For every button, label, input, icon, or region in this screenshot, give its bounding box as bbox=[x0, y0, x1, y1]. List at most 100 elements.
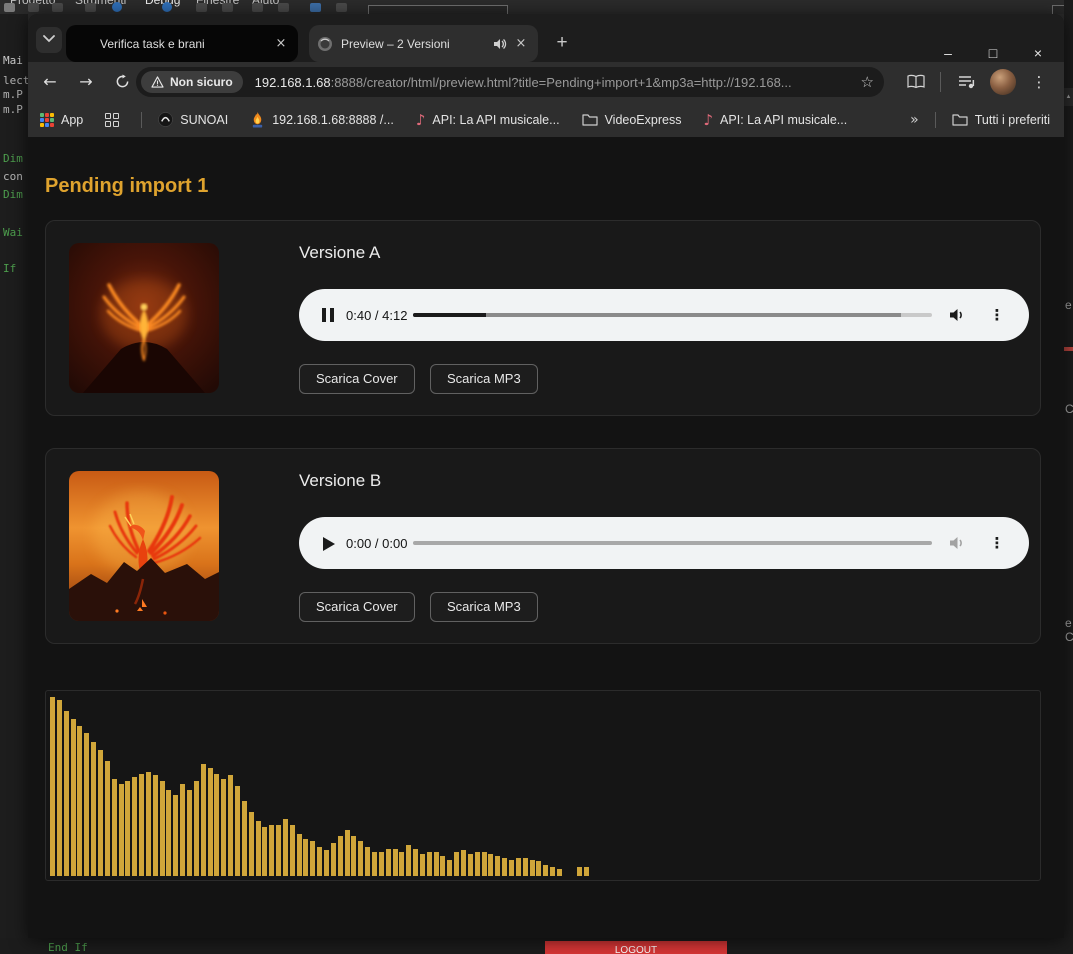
waveform-bar bbox=[234, 786, 240, 876]
ide-toolbar-icon bbox=[52, 3, 63, 12]
waveform-bar bbox=[310, 841, 316, 876]
waveform-bar bbox=[221, 779, 227, 876]
volume-button[interactable] bbox=[947, 533, 967, 553]
waveform-bar bbox=[269, 825, 275, 876]
bookmark-ip-server[interactable]: 192.168.1.68:8888 /... bbox=[250, 111, 394, 128]
bookmark-star-icon[interactable]: ☆ bbox=[861, 73, 874, 91]
tab-close-icon[interactable]: × bbox=[512, 35, 530, 53]
download-mp3-button-b[interactable]: Scarica MP3 bbox=[430, 592, 538, 622]
waveform-bar bbox=[447, 860, 453, 876]
waveform-bar bbox=[454, 852, 460, 876]
bookmark-sunoai[interactable]: SUNOAI bbox=[158, 112, 228, 127]
waveform-bar bbox=[419, 854, 425, 876]
waveform-bar bbox=[241, 801, 247, 876]
waveform-bar bbox=[474, 852, 480, 876]
waveform-bar bbox=[289, 825, 295, 876]
apps-grid-icon bbox=[40, 112, 54, 127]
buffered-bar bbox=[413, 313, 901, 317]
reload-button[interactable] bbox=[110, 70, 134, 94]
ide-toolbar-icon bbox=[336, 3, 347, 12]
reading-list-button[interactable] bbox=[904, 70, 928, 94]
tab-search-button[interactable] bbox=[36, 27, 62, 53]
waveform-bar bbox=[152, 775, 158, 876]
volume-button[interactable] bbox=[947, 305, 967, 325]
address-bar[interactable]: Non sicuro 192.168.1.68:8888/creator/htm… bbox=[136, 67, 884, 97]
bookmark-app[interactable]: App bbox=[40, 112, 83, 127]
url-path: :8888/creator/html/preview.html?title=Pe… bbox=[330, 74, 792, 90]
ide-toolbar-icon bbox=[112, 2, 122, 12]
bookmark-api-1[interactable]: ♪ API: La API musicale... bbox=[416, 112, 560, 127]
folder-icon bbox=[952, 114, 968, 126]
waveform-bar bbox=[118, 784, 124, 876]
waveform-bar bbox=[97, 750, 103, 876]
ide-toolbar-icon bbox=[4, 3, 15, 12]
ide-right-strip: ▲ eCeC bbox=[1064, 0, 1073, 954]
profile-avatar[interactable] bbox=[990, 69, 1016, 95]
bookmarks-overflow-button[interactable]: » bbox=[910, 112, 919, 128]
waveform-bar bbox=[433, 852, 439, 876]
audio-player-b: 0:00 / 0:00 ⋮ bbox=[299, 517, 1029, 569]
ide-code-fragment: con bbox=[3, 170, 23, 183]
waveform-bar bbox=[392, 849, 398, 876]
logout-button[interactable]: LOGOUT bbox=[545, 941, 727, 954]
played-bar bbox=[413, 313, 486, 317]
background-text-fragment: C bbox=[1065, 402, 1073, 416]
waveform-bar bbox=[344, 830, 350, 876]
waveform-bar bbox=[159, 781, 165, 876]
bookmark-all-favorites[interactable]: Tutti i preferiti bbox=[952, 113, 1050, 127]
player-menu-button[interactable]: ⋮ bbox=[987, 304, 1007, 326]
download-cover-button-a[interactable]: Scarica Cover bbox=[299, 364, 415, 394]
tab-verifica[interactable]: Verifica task e brani × bbox=[66, 25, 298, 62]
sunoai-icon bbox=[158, 112, 174, 127]
ide-code-fragment: Mai bbox=[3, 54, 23, 67]
waveform-bar bbox=[324, 850, 329, 876]
waveform-bar bbox=[584, 867, 590, 876]
new-tab-button[interactable]: + bbox=[550, 31, 574, 55]
waveform-bar bbox=[488, 854, 494, 876]
ide-searchbox-fragment bbox=[368, 5, 508, 14]
browser-menu-button[interactable]: ⋮ bbox=[1027, 70, 1051, 94]
bookmark-collections[interactable] bbox=[105, 112, 120, 127]
ide-menu-bar: Progetto Strumenti Debug Finestre Aiuto bbox=[0, 0, 1073, 14]
download-cover-button-b[interactable]: Scarica Cover bbox=[299, 592, 415, 622]
seek-slider[interactable] bbox=[413, 541, 932, 545]
browser-toolbar: ← → Non sicuro 192.168.1.68:8888/creator… bbox=[28, 62, 1064, 102]
pause-button[interactable] bbox=[321, 306, 337, 324]
waveform-bar bbox=[351, 836, 357, 876]
volume-icon-disabled bbox=[950, 537, 962, 549]
security-label: Non sicuro bbox=[170, 75, 233, 89]
download-mp3-button-a[interactable]: Scarica MP3 bbox=[430, 364, 538, 394]
seek-slider[interactable] bbox=[413, 313, 932, 317]
volume-icon bbox=[950, 309, 962, 321]
back-button[interactable]: ← bbox=[38, 70, 62, 94]
flame-icon bbox=[253, 111, 263, 127]
tab-title: Preview – 2 Versioni bbox=[341, 36, 450, 51]
warning-icon bbox=[151, 76, 164, 88]
waveform-bar bbox=[440, 856, 446, 876]
tab-title: Verifica task e brani bbox=[100, 36, 205, 51]
media-controls-button[interactable] bbox=[955, 70, 979, 94]
play-icon bbox=[323, 537, 335, 551]
play-button[interactable] bbox=[321, 534, 337, 552]
waveform-bar bbox=[502, 858, 508, 876]
security-chip[interactable]: Non sicuro bbox=[141, 71, 243, 93]
cover-art-b bbox=[69, 471, 219, 621]
forward-button[interactable]: → bbox=[74, 70, 98, 94]
waveform-bar bbox=[50, 697, 55, 876]
player-time: 0:40 / 4:12 bbox=[346, 308, 408, 323]
waveform-bar bbox=[125, 781, 131, 876]
waveform-bar bbox=[406, 845, 412, 876]
phoenix-cover-a-image bbox=[69, 243, 219, 393]
tab-audio-icon[interactable] bbox=[492, 36, 508, 52]
ide-code-fragment: If bbox=[3, 262, 17, 275]
bookmark-api-2[interactable]: ♪ API: La API musicale... bbox=[703, 112, 847, 127]
waveform-panel bbox=[45, 690, 1041, 881]
bookmark-label: SUNOAI bbox=[180, 112, 229, 127]
waveform-bar bbox=[371, 852, 377, 876]
player-menu-button[interactable]: ⋮ bbox=[987, 532, 1007, 554]
tab-strip: Verifica task e brani × Preview – 2 Vers… bbox=[28, 14, 1064, 62]
version-a-title: Versione A bbox=[299, 243, 381, 262]
tab-close-icon[interactable]: × bbox=[272, 35, 290, 53]
bookmark-videoexpress[interactable]: VideoExpress bbox=[581, 113, 681, 127]
tab-preview-active[interactable]: Preview – 2 Versioni × bbox=[309, 25, 538, 62]
